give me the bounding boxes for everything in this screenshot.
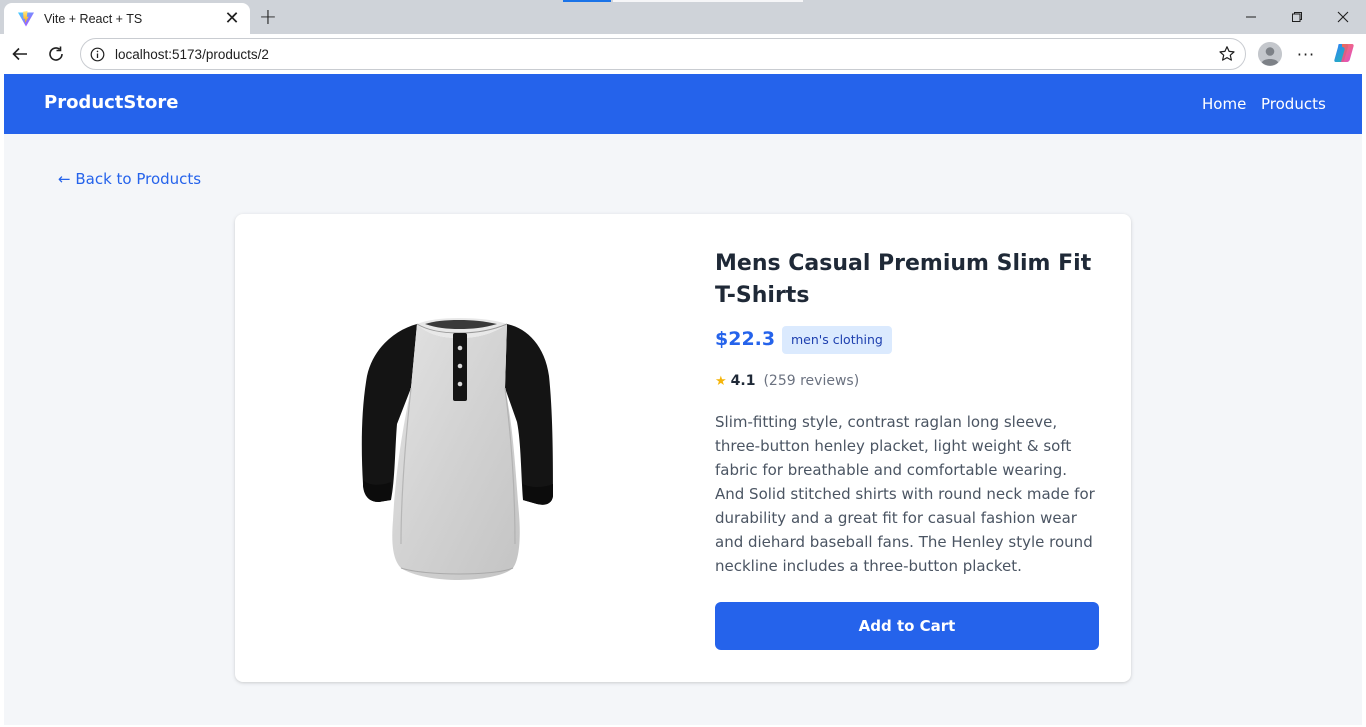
page-viewport: ProductStore Home Products ← Back to Pro… (4, 74, 1362, 725)
back-arrow-icon[interactable] (6, 40, 34, 68)
tab-title: Vite + React + TS (44, 11, 143, 26)
new-tab-icon[interactable]: + (256, 5, 280, 30)
minimize-window-icon[interactable] (1228, 0, 1274, 34)
site-navbar: ProductStore Home Products (4, 74, 1362, 134)
rating-star-icon: ★ (715, 373, 727, 389)
more-menu-icon[interactable]: ··· (1294, 42, 1318, 66)
product-title: Mens Casual Premium Slim Fit T-Shirts (715, 251, 1092, 308)
favorite-star-icon[interactable] (1217, 44, 1237, 64)
back-to-products-link[interactable]: ← Back to Products (58, 170, 201, 188)
nav-link-home[interactable]: Home (1202, 95, 1246, 113)
rating-value: 4.1 (730, 373, 756, 389)
product-description: Slim-fitting style, contrast raglan long… (715, 413, 1095, 575)
tab-strip-indicator (613, 0, 803, 2)
copilot-icon[interactable] (1331, 40, 1357, 66)
product-price: $22.3 (715, 328, 776, 350)
url-text[interactable]: localhost:5173/products/2 (115, 47, 1217, 62)
browser-tab-strip: Vite + React + TS ✕ + (0, 0, 1366, 34)
close-window-icon[interactable] (1320, 0, 1366, 34)
site-brand-logo[interactable]: ProductStore (44, 92, 178, 113)
raglan-henley-shirt-image (355, 314, 565, 584)
add-to-cart-button[interactable]: Add to Cart (715, 602, 1099, 650)
product-rating: ★ 4.1 (259 reviews) (715, 373, 859, 389)
window-edge (1362, 74, 1366, 727)
close-tab-icon[interactable]: ✕ (222, 9, 242, 28)
tab-strip-indicator (563, 0, 611, 2)
browser-tab-active[interactable]: Vite + React + TS ✕ (4, 3, 250, 34)
review-count: (259 reviews) (763, 373, 860, 389)
profile-avatar-icon[interactable] (1258, 42, 1282, 66)
category-badge: men's clothing (782, 326, 892, 354)
nav-link-products[interactable]: Products (1261, 95, 1326, 113)
site-info-icon[interactable] (90, 47, 105, 62)
reload-icon[interactable] (42, 40, 70, 68)
browser-toolbar: localhost:5173/products/2 ··· (0, 34, 1366, 74)
restore-window-icon[interactable] (1274, 0, 1320, 34)
vite-favicon-icon (17, 10, 35, 28)
address-bar[interactable]: localhost:5173/products/2 (80, 38, 1246, 70)
product-detail-card: Mens Casual Premium Slim Fit T-Shirts $2… (235, 214, 1131, 682)
